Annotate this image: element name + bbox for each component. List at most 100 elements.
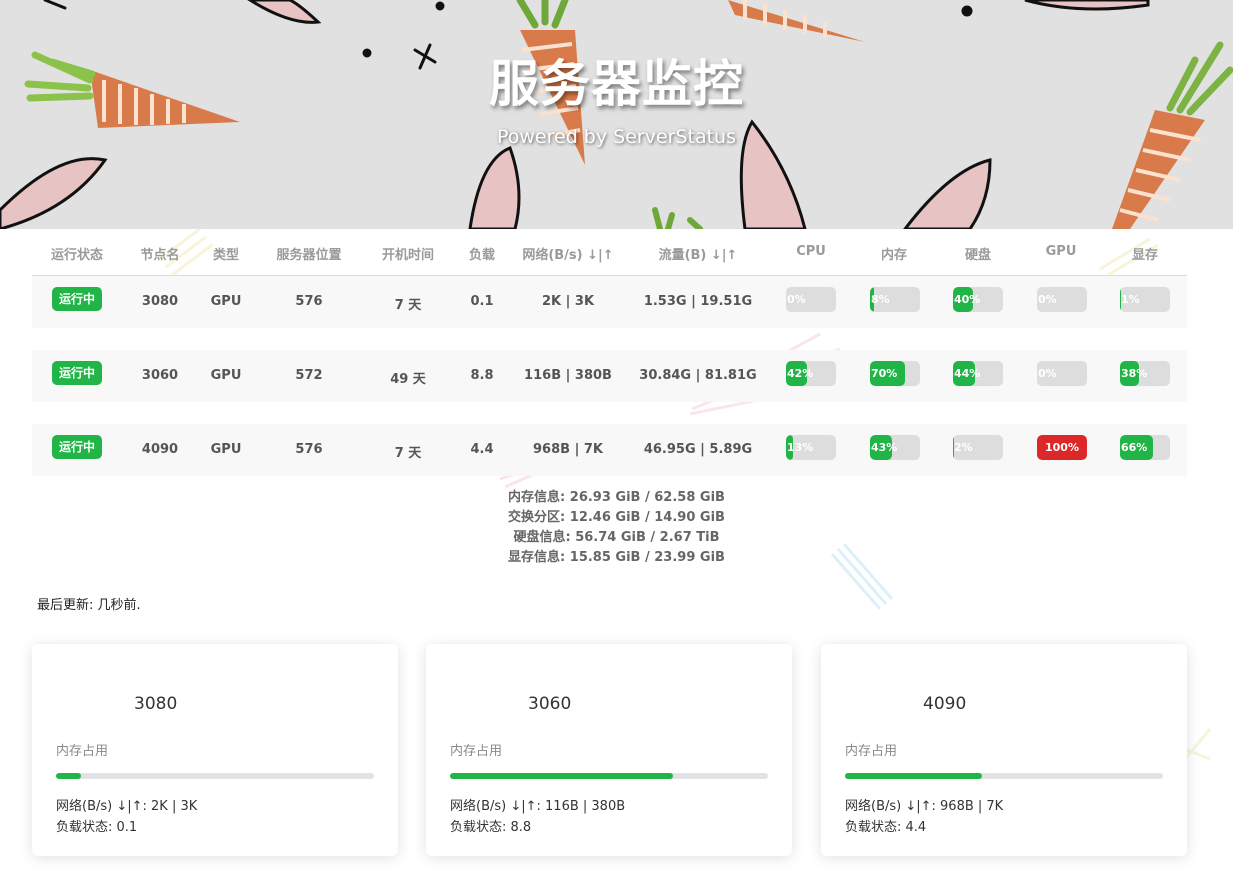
table-row[interactable]: 运行中 4090 GPU 576 7 天 4.4 968B | 7K 46.95… (32, 424, 1187, 476)
card-memory-bar (56, 773, 374, 779)
col-node-name[interactable]: 节点名 (140, 244, 179, 263)
gpu-progress-bar: 0% (1037, 287, 1087, 312)
node-uptime: 7 天 (394, 446, 422, 461)
node-name: 4090 (141, 442, 179, 457)
swap-info: 交换分区: 12.46 GiB / 14.90 GiB (508, 510, 725, 525)
memory-progress-text: 43% (871, 441, 898, 454)
memory-progress-text: 70% (871, 367, 898, 380)
col-cpu[interactable]: CPU (796, 244, 826, 259)
node-load: 8.8 (470, 368, 494, 383)
card-load: 负载状态: 0.1 (56, 820, 138, 835)
node-location: 572 (295, 368, 323, 383)
col-status[interactable]: 运行状态 (51, 244, 103, 263)
cpu-progress-bar: 13% (786, 435, 836, 460)
node-network: 2K | 3K (541, 294, 595, 309)
cpu-progress-text: 0% (787, 293, 806, 306)
col-memory[interactable]: 内存 (881, 244, 907, 263)
server-card[interactable]: 4090 内存占用 网络(B/s) ↓|↑: 968B | 7K 负载状态: 4… (821, 644, 1187, 856)
table-row[interactable]: 运行中 3060 GPU 572 49 天 8.8 116B | 380B 30… (32, 350, 1187, 402)
col-network[interactable]: 网络(B/s) ↓|↑ (522, 244, 613, 263)
card-memory-fill (56, 773, 82, 779)
card-load: 负载状态: 8.8 (450, 820, 532, 835)
server-card[interactable]: 3060 内存占用 网络(B/s) ↓|↑: 116B | 380B 负载状态:… (426, 644, 792, 856)
col-gpu[interactable]: GPU (1046, 244, 1077, 259)
last-update-text: 最后更新: 几秒前. (37, 598, 141, 613)
node-type: GPU (210, 368, 242, 383)
page-title: 服务器监控 (489, 55, 744, 113)
node-name: 3080 (141, 294, 179, 309)
cpu-progress-bar: 42% (786, 361, 836, 386)
memory-progress-bar: 70% (870, 361, 920, 386)
memory-progress-bar: 43% (870, 435, 920, 460)
card-memory-bar (450, 773, 768, 779)
card-memory-label: 内存占用 (845, 744, 898, 759)
card-network: 网络(B/s) ↓|↑: 968B | 7K (845, 799, 1004, 814)
node-network: 968B | 7K (533, 442, 603, 457)
card-title: 4090 (923, 694, 967, 714)
carrot-illustration-top (728, 0, 865, 42)
cpu-progress-text: 13% (787, 441, 814, 454)
node-traffic: 1.53G | 19.51G (643, 294, 753, 309)
node-traffic: 46.95G | 5.89G (643, 442, 753, 457)
disk-progress-text: 2% (954, 441, 973, 454)
cpu-progress-text: 42% (787, 367, 814, 380)
vram-progress-text: 38% (1121, 367, 1148, 380)
col-uptime[interactable]: 开机时间 (382, 244, 434, 263)
disk-progress-bar: 2% (953, 435, 1003, 460)
node-load: 0.1 (470, 294, 494, 309)
node-uptime: 7 天 (394, 298, 422, 313)
server-details-panel: 内存信息: 26.93 GiB / 62.58 GiB 交换分区: 12.46 … (0, 488, 1233, 568)
card-title: 3060 (528, 694, 572, 714)
disk-progress-text: 44% (954, 367, 981, 380)
node-network: 116B | 380B (524, 368, 612, 383)
vram-progress-text: 1% (1121, 293, 1140, 306)
card-memory-bar (845, 773, 1163, 779)
node-uptime: 49 天 (390, 372, 426, 387)
node-name: 3060 (141, 368, 179, 383)
col-vram[interactable]: 显存 (1132, 244, 1158, 263)
vram-info: 显存信息: 15.85 GiB / 23.99 GiB (508, 550, 725, 565)
node-load: 4.4 (470, 442, 494, 457)
disk-progress-text: 40% (954, 293, 981, 306)
card-title: 3080 (134, 694, 178, 714)
table-header: 运行状态 节点名 类型 服务器位置 开机时间 负载 网络(B/s) ↓|↑ 流量… (32, 229, 1187, 276)
node-type: GPU (210, 294, 242, 309)
gpu-progress-bar: 0% (1037, 361, 1087, 386)
server-card[interactable]: 3080 内存占用 网络(B/s) ↓|↑: 2K | 3K 负载状态: 0.1 (32, 644, 398, 856)
node-type: GPU (210, 442, 242, 457)
card-memory-fill (845, 773, 982, 779)
cpu-progress-bar: 0% (786, 287, 836, 312)
node-location: 576 (295, 442, 323, 457)
vram-progress-bar: 66% (1120, 435, 1170, 460)
disk-progress-bar: 44% (953, 361, 1003, 386)
col-disk[interactable]: 硬盘 (965, 244, 991, 263)
node-location: 576 (295, 294, 323, 309)
gpu-progress-text: 0% (1038, 293, 1057, 306)
status-badge: 运行中 (52, 361, 102, 385)
node-traffic: 30.84G | 81.81G (639, 368, 757, 383)
col-location[interactable]: 服务器位置 (276, 244, 341, 263)
disk-info: 硬盘信息: 56.74 GiB / 2.67 TiB (513, 530, 720, 545)
table-row[interactable]: 运行中 3080 GPU 576 7 天 0.1 2K | 3K 1.53G |… (32, 276, 1187, 328)
disk-progress-bar: 40% (953, 287, 1003, 312)
col-traffic[interactable]: 流量(B) ↓|↑ (659, 244, 738, 263)
page-subtitle: Powered by ServerStatus (496, 126, 736, 148)
header-banner: 服务器监控 Powered by ServerStatus (0, 0, 1233, 229)
card-network: 网络(B/s) ↓|↑: 2K | 3K (56, 799, 198, 814)
memory-info: 内存信息: 26.93 GiB / 62.58 GiB (508, 490, 725, 505)
vram-progress-bar: 38% (1120, 361, 1170, 386)
card-load: 负载状态: 4.4 (845, 820, 927, 835)
card-memory-fill (450, 773, 673, 779)
gpu-progress-text: 100% (1045, 441, 1079, 454)
card-memory-label: 内存占用 (450, 744, 503, 759)
server-table: 运行状态 节点名 类型 服务器位置 开机时间 负载 网络(B/s) ↓|↑ 流量… (32, 229, 1187, 476)
vram-progress-text: 66% (1121, 441, 1148, 454)
memory-progress-text: 8% (871, 293, 890, 306)
col-type[interactable]: 类型 (213, 244, 239, 263)
gpu-progress-bar: 100% (1037, 435, 1087, 460)
card-network: 网络(B/s) ↓|↑: 116B | 380B (450, 799, 626, 814)
col-load[interactable]: 负载 (469, 244, 495, 263)
gpu-progress-text: 0% (1038, 367, 1057, 380)
vram-progress-bar: 1% (1120, 287, 1170, 312)
status-badge: 运行中 (52, 435, 102, 459)
